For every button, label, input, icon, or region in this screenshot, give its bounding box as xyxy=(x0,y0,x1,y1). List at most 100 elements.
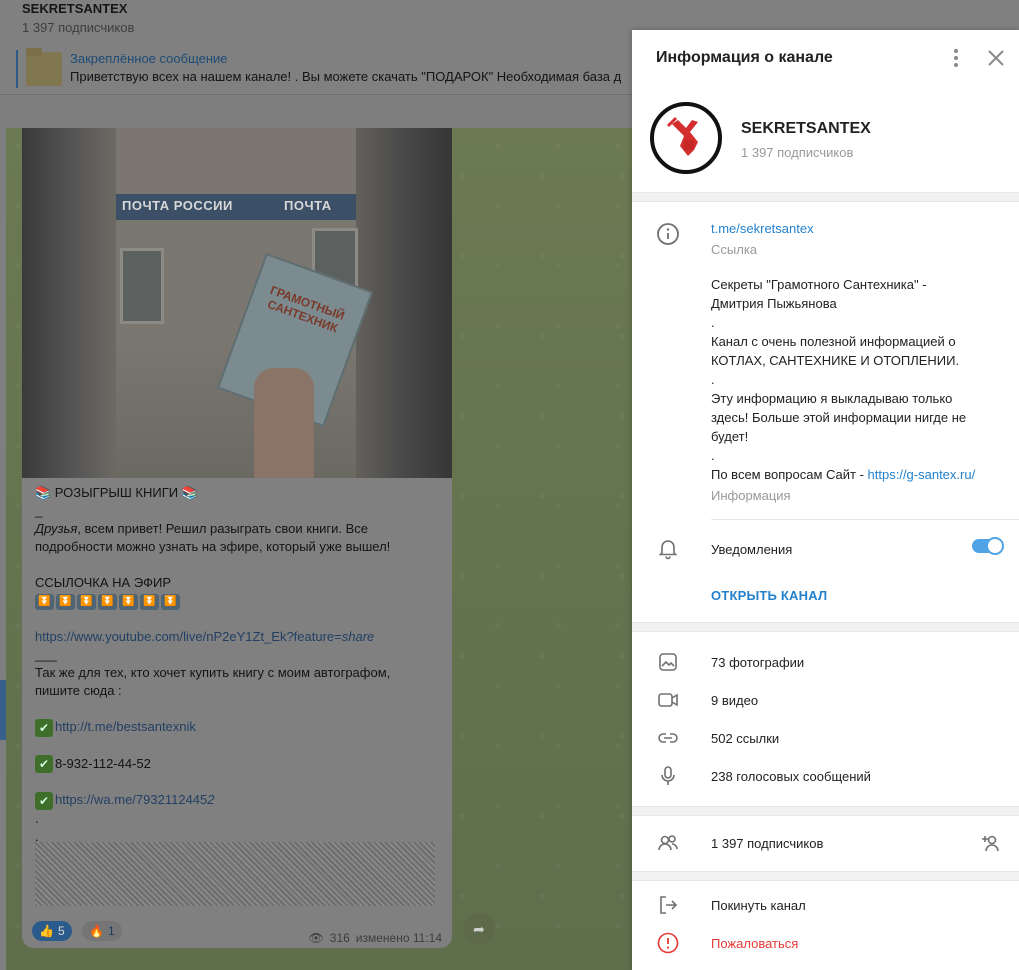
down-arrows-row: ⏬ ⏬ ⏬ ⏬ ⏬ ⏬ ⏬ xyxy=(35,592,445,610)
telegram-link-row: ✔ http://t.me/bestsantexnik xyxy=(35,718,445,737)
sign-text-left: ПОЧТА РОССИИ xyxy=(122,198,233,213)
leave-channel-button[interactable]: Покинуть канал xyxy=(711,898,806,913)
whatsapp-link-end[interactable]: 2 xyxy=(207,792,214,807)
microphone-icon xyxy=(656,764,680,788)
message-bubble[interactable]: ПОЧТА РОССИИ ПОЧТА ГРАМОТНЫЙ САНТЕХНИК 📚… xyxy=(22,128,452,948)
down-arrow-icon: ⏬ xyxy=(161,593,180,610)
desc-line: . xyxy=(711,372,715,387)
report-icon xyxy=(656,931,680,955)
message-text: 📚 РОЗЫГРЫШ КНИГИ 📚 _ Друзья, всем привет… xyxy=(35,484,445,846)
divider xyxy=(632,192,1019,202)
down-arrow-icon: ⏬ xyxy=(98,593,117,610)
site-prefix: По всем вопросам Сайт - xyxy=(711,467,868,482)
msg-line: подробности можно узнать на эфире, котор… xyxy=(35,539,391,554)
desc-line: будет! xyxy=(711,429,749,444)
info-caption: Информация xyxy=(711,488,791,503)
panel-title: Информация о канале xyxy=(656,49,833,66)
youtube-link-row: https://www.youtube.com/live/nP2eY1Zt_Ek… xyxy=(35,628,445,646)
photo-building: ПОЧТА РОССИИ ПОЧТА ГРАМОТНЫЙ САНТЕХНИК xyxy=(116,128,374,478)
msg-line: пишите сюда : xyxy=(35,683,122,698)
members-count[interactable]: 1 397 подписчиков xyxy=(711,836,823,851)
link-caption: Ссылка xyxy=(711,242,758,257)
message-photo[interactable]: ПОЧТА РОССИИ ПОЧТА ГРАМОТНЫЙ САНТЕХНИК xyxy=(22,128,452,478)
reaction-count: 5 xyxy=(57,924,65,938)
chat-subscribers: 1 397 подписчиков xyxy=(22,20,135,35)
chat-title: SEKRETSANTEX xyxy=(22,1,128,16)
more-icon[interactable] xyxy=(944,46,968,70)
blurred-spoiler[interactable] xyxy=(35,842,435,906)
members-icon xyxy=(656,831,680,855)
reactions: 👍 5 🔥 1 xyxy=(32,921,128,941)
reaction-count: 1 xyxy=(108,924,115,938)
fire-icon: 🔥 xyxy=(89,924,105,938)
msg-text: , всем привет! Решил разыграть свои книг… xyxy=(77,521,369,536)
panel-header: Информация о канале xyxy=(632,30,1019,86)
add-member-icon[interactable] xyxy=(979,831,1003,855)
desc-line: Канал с очень полезной информацией о xyxy=(711,334,956,349)
video-icon xyxy=(656,688,680,712)
photo-icon xyxy=(656,650,680,674)
leave-icon xyxy=(656,893,680,917)
msg-line xyxy=(35,737,445,755)
msg-line: ___ xyxy=(35,647,57,662)
media-photos[interactable]: 73 фотографии xyxy=(711,655,804,670)
pinned-title: Закреплённое сообщение xyxy=(70,51,228,66)
site-link[interactable]: https://g-santex.ru/ xyxy=(868,467,976,482)
book-title: ГРАМОТНЫЙ САНТЕХНИК xyxy=(265,283,347,336)
down-arrow-icon: ⏬ xyxy=(35,593,54,610)
media-videos[interactable]: 9 видео xyxy=(711,693,758,708)
link-icon xyxy=(656,726,680,750)
divider xyxy=(632,806,1019,816)
photo-window xyxy=(120,248,164,324)
msg-line: Друзья, всем привет! Решил разыграть сво… xyxy=(35,520,445,538)
channel-description: Секреты "Грамотного Сантехника" - Дмитри… xyxy=(711,275,1001,484)
check-icon: ✔ xyxy=(35,755,53,774)
desc-line: здесь! Больше этой информации нигде не xyxy=(711,410,967,425)
sign-text-right: ПОЧТА xyxy=(284,198,332,213)
divider xyxy=(632,871,1019,881)
telegram-link[interactable]: http://t.me/bestsantexnik xyxy=(55,719,196,734)
report-button[interactable]: Пожаловаться xyxy=(711,936,798,951)
share-icon[interactable]: ➦ xyxy=(463,913,495,945)
desc-site-line: По всем вопросам Сайт - https://g-santex… xyxy=(711,465,1001,484)
close-icon[interactable] xyxy=(984,46,1008,70)
phone-row: ✔ 8-932-112-44-52 xyxy=(35,755,445,774)
msg-italic: Друзья xyxy=(35,521,78,536)
edited-time: изменено 11:14 xyxy=(355,931,442,945)
msg-line: . xyxy=(35,810,39,826)
down-arrow-icon: ⏬ xyxy=(77,593,96,610)
down-arrow-icon: ⏬ xyxy=(140,593,159,610)
whatsapp-link[interactable]: https://wa.me/7932112445 xyxy=(55,792,207,807)
photo-hand xyxy=(254,368,314,478)
reaction-fire[interactable]: 🔥 1 xyxy=(82,921,122,941)
channel-name: SEKRETSANTEX xyxy=(741,120,871,137)
youtube-link-end[interactable]: share xyxy=(342,629,375,644)
eye-icon: 👁 xyxy=(308,931,324,945)
separator xyxy=(711,519,1019,520)
msg-line xyxy=(35,773,445,791)
phone-number: 8-932-112-44-52 xyxy=(55,755,151,771)
desc-line: Дмитрия Пыжьянова xyxy=(711,296,837,311)
msg-line: ССЫЛОЧКА НА ЭФИР xyxy=(35,575,172,590)
whatsapp-link-row: ✔ https://wa.me/79321124452 xyxy=(35,791,445,810)
photo-sign: ПОЧТА РОССИИ ПОЧТА xyxy=(116,194,356,220)
open-channel-button[interactable]: ОТКРЫТЬ КАНАЛ xyxy=(711,588,827,603)
check-icon: ✔ xyxy=(35,791,53,810)
notifications-label: Уведомления xyxy=(711,542,793,557)
view-count: 316 xyxy=(329,931,350,945)
media-links[interactable]: 502 ссылки xyxy=(711,731,779,746)
down-arrow-icon: ⏬ xyxy=(56,593,75,610)
channel-avatar[interactable] xyxy=(650,102,722,174)
notifications-toggle[interactable] xyxy=(972,537,1004,555)
folder-icon xyxy=(26,48,62,86)
thumbs-up-icon: 👍 xyxy=(39,924,54,938)
reaction-thumbs-up[interactable]: 👍 5 xyxy=(32,921,72,941)
youtube-link[interactable]: https://www.youtube.com/live/nP2eY1Zt_Ek… xyxy=(35,629,342,644)
channel-link[interactable]: t.me/sekretsantex xyxy=(711,221,814,236)
pinned-bar xyxy=(16,50,18,88)
check-icon: ✔ xyxy=(35,718,53,737)
media-voice[interactable]: 238 голосовых сообщений xyxy=(711,769,871,784)
msg-line: _ xyxy=(35,503,43,518)
msg-line xyxy=(35,610,445,628)
bell-icon xyxy=(656,536,680,560)
